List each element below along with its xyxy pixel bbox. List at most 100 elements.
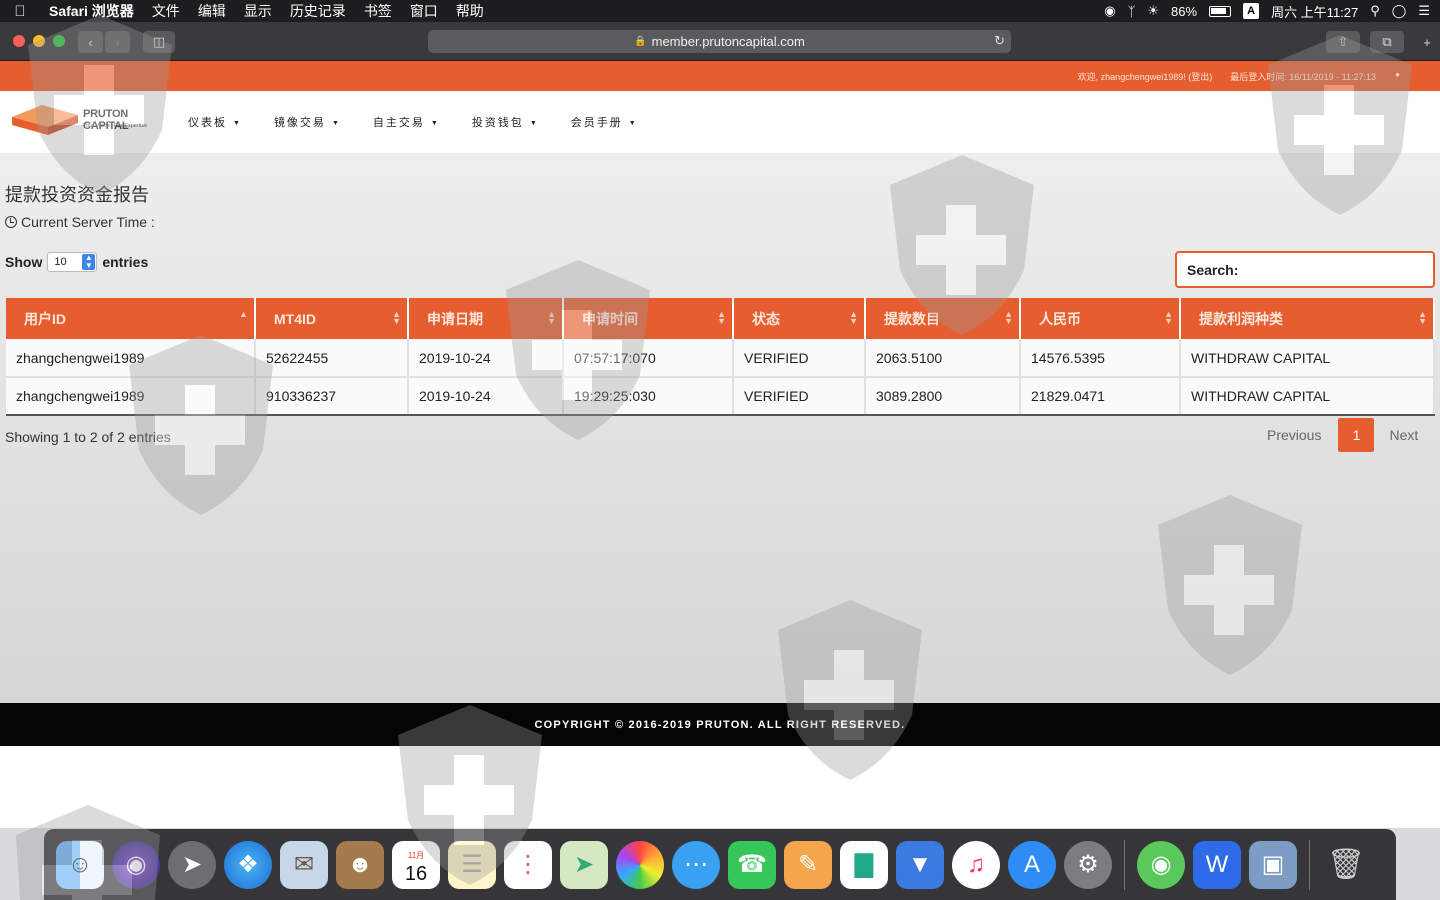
fullscreen-window-button[interactable]: [53, 35, 65, 47]
share-icon[interactable]: ⇧: [1326, 31, 1360, 53]
column-header-mt4id[interactable]: MT4ID ▲ ▼: [255, 298, 409, 339]
numbers-icon[interactable]: ▇: [840, 840, 888, 889]
maps-icon[interactable]: ➤: [560, 840, 608, 889]
wechat-icon[interactable]: ◉: [1137, 840, 1185, 889]
siri-icon[interactable]: ◉: [112, 840, 160, 889]
macos-dock: ☺ ◉ ➤ ❖ ✉ ☻ 11月 16 ☰ ⋮ ➤ ⋯ ☎ ✎ ▇ ▼ ♫ A ⚙…: [44, 829, 1396, 900]
photos-icon[interactable]: [616, 840, 664, 889]
dock-separator: [1124, 839, 1125, 890]
menu-edit[interactable]: 编辑: [189, 1, 235, 21]
pages-icon[interactable]: ✎: [784, 840, 832, 889]
menu-app-name[interactable]: Safari 浏览器: [40, 1, 143, 21]
menu-file[interactable]: 文件: [143, 1, 189, 21]
account-strip: 欢迎, zhangchengwei1989! (登出) 最后登入时间: 16/1…: [0, 61, 1440, 91]
new-tab-icon[interactable]: +: [1416, 31, 1438, 53]
siri-icon[interactable]: ◯: [1392, 3, 1407, 19]
forward-button[interactable]: ›: [105, 31, 130, 53]
table-header-row: 用户ID ▲ MT4ID ▲ ▼ 申请日期 ▲ ▼ 申请时间 ▲ ▼ 状态 ▲ ▼ 提款数目 ▲ ▼ …: [6, 298, 1435, 339]
preview-icon[interactable]: ▣: [1249, 840, 1297, 889]
entries-select[interactable]: 10 ▲ ▼: [47, 252, 98, 272]
nav-member-handbook[interactable]: 会员手册 ▼: [571, 114, 638, 130]
column-header-apply-time[interactable]: 申请时间 ▲ ▼: [563, 298, 734, 339]
nav-investment-wallet[interactable]: 投资钱包 ▼: [472, 114, 539, 130]
column-header-withdraw-type[interactable]: 提款利润种类 ▲ ▼: [1180, 298, 1435, 339]
browser-toolbar: ‹ › ◫ 🔒 member.prutoncapital.com ↻ ⇧ ⧉ +: [0, 22, 1440, 61]
calendar-icon[interactable]: 11月 16: [392, 840, 440, 889]
stepper-arrows-icon: ▲ ▼: [82, 254, 96, 270]
wps-icon[interactable]: W: [1193, 840, 1241, 889]
back-button[interactable]: ‹: [78, 31, 103, 53]
music-icon[interactable]: ♫: [952, 840, 1000, 889]
search-input[interactable]: Search:: [1175, 251, 1435, 288]
bluetooth-icon[interactable]: ᛉ: [1128, 4, 1136, 19]
sort-icon: ▲ ▼: [547, 309, 556, 326]
previous-page-button[interactable]: Previous: [1250, 427, 1338, 443]
contacts-icon[interactable]: ☻: [336, 840, 384, 889]
site-logo[interactable]: PRUTON CAPITAL Your Vision. Our Expertis…: [12, 103, 164, 139]
page-1-button[interactable]: 1: [1338, 418, 1375, 452]
site-navbar: PRUTON CAPITAL Your Vision. Our Expertis…: [0, 91, 1440, 153]
menu-help[interactable]: 帮助: [447, 1, 493, 21]
menubar-status-area: ◉ ᛉ ☀ 86% A 周六 上午11:27 ⚲ ◯ ☰: [1104, 0, 1430, 22]
launchpad-icon[interactable]: ➤: [168, 840, 216, 889]
mail-stamp-icon[interactable]: ✉: [280, 840, 328, 889]
spotlight-search-icon[interactable]: ⚲: [1370, 3, 1380, 19]
safari-icon[interactable]: ❖: [224, 840, 272, 889]
clock-icon: [5, 216, 17, 228]
nav-self-trading[interactable]: 自主交易 ▼: [373, 114, 440, 130]
trash-icon[interactable]: 🗑: [1322, 841, 1370, 889]
facetime-icon[interactable]: ☎: [728, 840, 776, 889]
search-label: Search:: [1187, 261, 1239, 278]
battery-icon[interactable]: [1209, 5, 1232, 17]
input-method-icon[interactable]: A: [1243, 3, 1260, 19]
cast-icon[interactable]: ☀: [1147, 3, 1159, 19]
last-login-text: 最后登入时间: 16/11/2019 - 11:27:13: [1230, 71, 1376, 82]
sidebar-toggle-icon[interactable]: ◫: [143, 31, 175, 53]
welcome-text[interactable]: 欢迎, zhangchengwei1989! (登出): [1078, 70, 1213, 83]
chevron-down-icon: ▼: [331, 119, 341, 127]
entries-control: Show 10 ▲ ▼ entries: [5, 252, 148, 272]
chevron-down-icon: ▼: [628, 119, 638, 127]
page-bottom-area: [0, 746, 1440, 828]
cell-apply-time: 19:29:25:030: [563, 377, 734, 416]
close-window-button[interactable]: [13, 35, 25, 47]
column-header-user-id[interactable]: 用户ID ▲: [6, 298, 256, 339]
menu-bookmarks[interactable]: 书签: [355, 1, 401, 21]
column-header-status[interactable]: 状态 ▲ ▼: [733, 298, 866, 339]
withdrawal-table: 用户ID ▲ MT4ID ▲ ▼ 申请日期 ▲ ▼ 申请时间 ▲ ▼ 状态 ▲ ▼ 提款数目 ▲ ▼ …: [6, 298, 1435, 416]
menu-history[interactable]: 历史记录: [281, 1, 355, 21]
address-bar[interactable]: 🔒 member.prutoncapital.com ↻: [428, 30, 1011, 53]
column-header-apply-date[interactable]: 申请日期 ▲ ▼: [408, 298, 564, 339]
nav-mirror-trading[interactable]: 镜像交易 ▼: [274, 114, 341, 130]
page-title: 提款投资资金报告: [5, 185, 149, 205]
cell-apply-time: 07:57:17:070: [563, 339, 734, 378]
cell-withdraw-type: WITHDRAW CAPITAL: [1180, 339, 1435, 378]
notes-icon[interactable]: ☰: [448, 840, 496, 889]
next-page-button[interactable]: Next: [1374, 427, 1433, 443]
cell-apply-date: 2019-10-24: [408, 339, 564, 378]
menu-window[interactable]: 窗口: [401, 1, 447, 21]
system-preferences-icon[interactable]: ⚙: [1064, 840, 1112, 889]
keynote-icon[interactable]: ▼: [896, 840, 944, 889]
apple-icon[interactable]: : [0, 3, 40, 20]
column-header-rmb[interactable]: 人民币 ▲ ▼: [1020, 298, 1181, 339]
chevron-down-icon: ▼: [430, 119, 440, 127]
menubar-clock[interactable]: 周六 上午11:27: [1271, 2, 1358, 21]
app-store-icon[interactable]: A: [1008, 840, 1056, 889]
nav-dashboard[interactable]: 仪表板 ▼: [188, 114, 242, 130]
messages-icon[interactable]: ⋯: [672, 840, 720, 889]
wechat-status-icon[interactable]: ◉: [1104, 3, 1115, 19]
reload-icon[interactable]: ↻: [994, 33, 1005, 49]
notification-center-icon[interactable]: ☰: [1418, 3, 1430, 19]
chevron-down-icon: ▼: [233, 119, 242, 127]
minimize-window-button[interactable]: [33, 35, 45, 47]
entries-label: entries: [102, 254, 149, 270]
cell-user-id: zhangchengwei1989: [6, 377, 256, 416]
reminders-icon[interactable]: ⋮: [504, 840, 552, 889]
pagination: Previous 1 Next: [1250, 418, 1433, 452]
tabs-overview-icon[interactable]: ⧉: [1370, 31, 1404, 53]
column-header-amount[interactable]: 提款数目 ▲ ▼: [865, 298, 1021, 339]
finder-icon[interactable]: ☺: [56, 840, 104, 889]
cell-withdraw-type: WITHDRAW CAPITAL: [1180, 377, 1435, 416]
menu-view[interactable]: 显示: [235, 1, 281, 21]
